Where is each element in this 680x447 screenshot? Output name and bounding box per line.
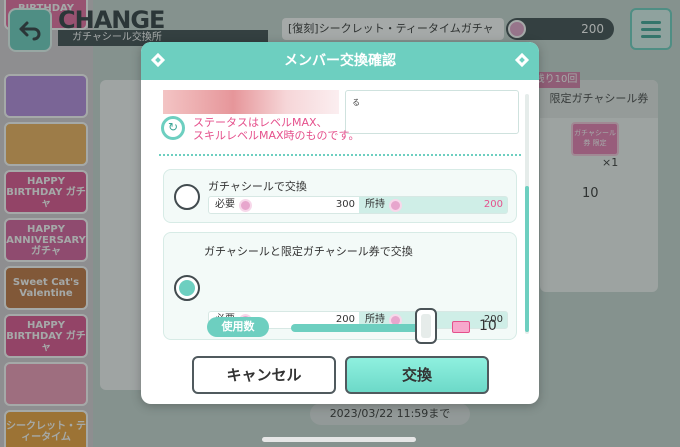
member-card-image <box>163 90 339 114</box>
owned-label: 所持 <box>365 199 385 210</box>
use-count-slider[interactable] <box>291 324 427 332</box>
skill-description: る <box>345 90 519 134</box>
option-sticker-only[interactable]: ガチャシールで交換 必要 300 所持 200 <box>163 169 517 223</box>
sticker-coin-icon <box>239 199 252 212</box>
use-count-value: 10 <box>479 318 497 334</box>
exchange-confirm-dialog: メンバー交換確認 る ↻ ステータスはレベルMAX、 スキルレベルMAX時のもの… <box>141 42 539 404</box>
option-sticker-only-cost: 必要 300 所持 200 <box>208 196 508 214</box>
status-note-line: ステータスはレベルMAX、 <box>193 116 328 129</box>
divider <box>159 154 521 156</box>
skill-text: る <box>352 98 360 107</box>
owned-value: 200 <box>483 199 503 210</box>
scrollbar-thumb[interactable] <box>525 186 529 332</box>
required-label: 必要 <box>215 199 235 210</box>
use-count-slider-thumb[interactable] <box>415 308 437 344</box>
option-sticker-and-ticket-title: ガチャシールと限定ガチャシール券で交換 <box>204 245 413 258</box>
refresh-icon[interactable]: ↻ <box>161 116 185 140</box>
status-note: ステータスはレベルMAX、 スキルレベルMAX時のものです。 <box>193 116 359 142</box>
sticker-coin-icon <box>389 199 402 212</box>
dialog-title: メンバー交換確認 <box>141 42 539 80</box>
cancel-button[interactable]: キャンセル <box>192 356 336 394</box>
use-count-label: 使用数 <box>207 317 269 337</box>
status-note-line: スキルレベルMAX時のものです。 <box>193 129 360 142</box>
required-value: 300 <box>335 199 355 210</box>
limited-ticket-icon <box>452 321 470 333</box>
option-sticker-only-title: ガチャシールで交換 <box>208 180 307 193</box>
option-sticker-only-radio[interactable] <box>174 184 200 210</box>
exchange-button[interactable]: 交換 <box>345 356 489 394</box>
home-indicator <box>262 437 416 442</box>
option-sticker-and-ticket-radio[interactable] <box>174 275 200 301</box>
use-count-slider-fill <box>291 324 427 332</box>
